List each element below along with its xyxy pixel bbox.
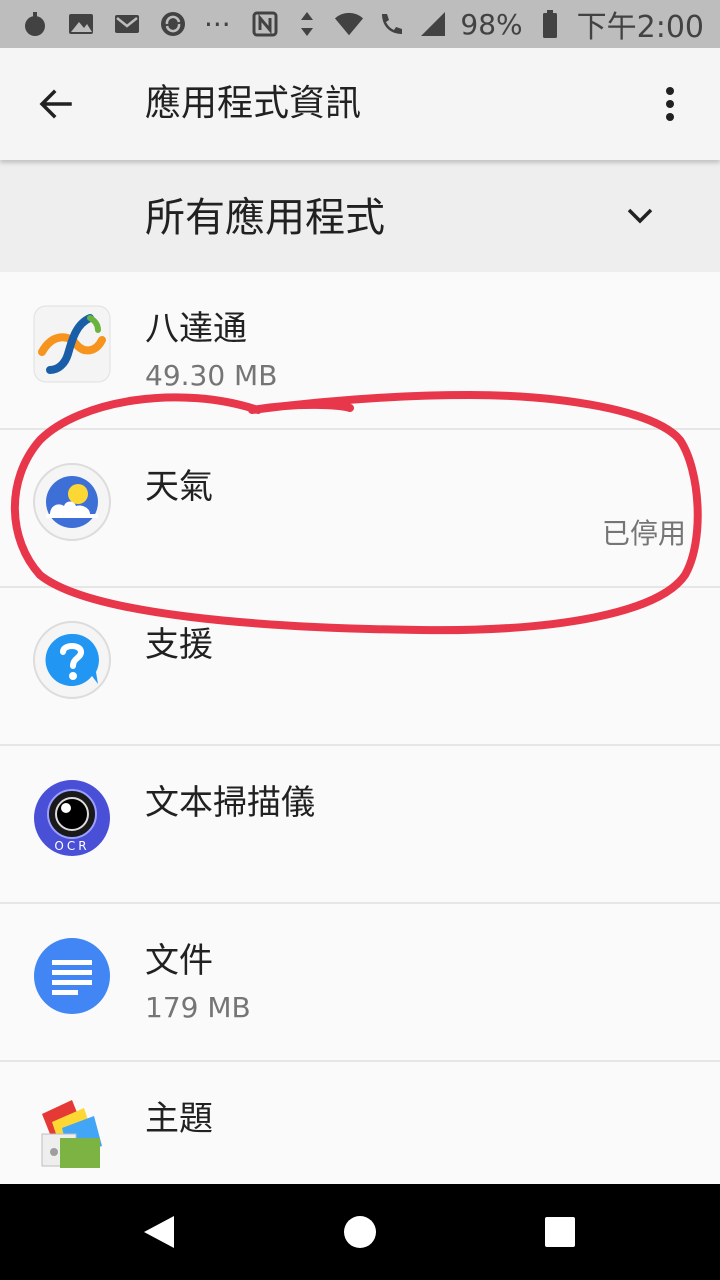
app-list-item-docs[interactable]: 文件 179 MB [0, 904, 720, 1062]
app-filter-dropdown[interactable]: 所有應用程式 [0, 160, 720, 272]
status-bar: ··· 98% 下午2:00 [0, 0, 720, 48]
image-notification-icon [66, 9, 96, 39]
app-name: 文件 [145, 941, 213, 981]
app-name: 文本掃描儀 [145, 783, 315, 823]
support-app-icon [32, 620, 112, 700]
nav-recents-button[interactable] [532, 1204, 588, 1260]
sync-notification-icon [158, 9, 188, 39]
ocr-label: OCR [54, 839, 89, 853]
octopus-app-icon [32, 304, 112, 384]
ocr-scanner-app-icon: OCR [32, 778, 112, 858]
back-arrow-icon [39, 89, 72, 119]
weather-app-icon [32, 462, 112, 542]
app-name: 八達通 [145, 309, 247, 349]
battery-percentage: 98% [460, 7, 523, 41]
back-button[interactable] [30, 78, 82, 130]
signal-icon [418, 9, 448, 39]
status-bar-system: 98% 下午2:00 [250, 7, 704, 45]
status-bar-time: 下午2:00 [576, 10, 704, 45]
nfc-icon [250, 9, 280, 39]
app-size: 49.30 MB [145, 359, 278, 392]
more-notifications-icon: ··· [204, 7, 231, 41]
docs-app-icon [32, 936, 112, 1016]
wifi-calling-icon [376, 9, 406, 39]
more-vert-icon [666, 87, 674, 121]
nav-home-icon [344, 1216, 376, 1248]
app-name: 支援 [145, 625, 213, 665]
app-list-item-weather[interactable]: 天氣 已停用 [0, 430, 720, 588]
app-name: 天氣 [145, 467, 213, 507]
nav-home-button[interactable] [332, 1204, 388, 1260]
app-disabled-status: 已停用 [601, 517, 686, 550]
chevron-down-icon [620, 200, 660, 232]
app-list[interactable]: 八達通 49.30 MB 天氣 已停用 支援 OCR 文本掃描儀 文件 179 … [0, 272, 720, 1184]
app-bar: 應用程式資訊 [0, 48, 720, 160]
data-transfer-icon [292, 9, 322, 39]
filter-label: 所有應用程式 [145, 195, 385, 241]
app-list-item-ocr-scanner[interactable]: OCR 文本掃描儀 [0, 746, 720, 904]
app-notification-icon [20, 9, 50, 39]
app-list-item-octopus[interactable]: 八達通 49.30 MB [0, 272, 720, 430]
nav-recents-icon [545, 1217, 575, 1247]
more-options-button[interactable] [646, 80, 694, 128]
app-size: 179 MB [145, 991, 251, 1024]
status-bar-notifications: ··· [20, 7, 231, 41]
nav-back-icon [144, 1216, 174, 1248]
navigation-bar [0, 1184, 720, 1280]
app-name: 主題 [145, 1099, 213, 1139]
nav-back-button[interactable] [132, 1204, 188, 1260]
wifi-icon [334, 9, 364, 39]
app-list-item-support[interactable]: 支援 [0, 588, 720, 746]
battery-icon [535, 9, 565, 39]
app-list-item-themes[interactable]: 主題 [0, 1062, 720, 1184]
themes-app-icon [32, 1094, 112, 1174]
mail-icon [112, 9, 142, 39]
page-title: 應用程式資訊 [145, 83, 362, 124]
